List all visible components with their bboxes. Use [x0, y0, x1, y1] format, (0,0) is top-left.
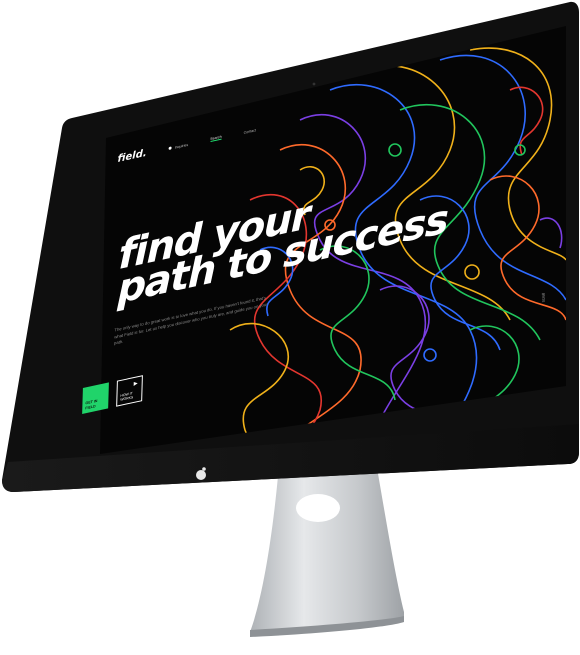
- dot-icon: [168, 146, 172, 151]
- nav-item-search[interactable]: Search: [210, 134, 222, 143]
- nav-item-label: Contact: [243, 127, 257, 135]
- hero-headline: find your path to success: [117, 168, 449, 313]
- nav-item-contact[interactable]: Contact: [244, 128, 257, 135]
- play-icon: [133, 381, 138, 387]
- camera-icon: [312, 82, 316, 86]
- nav-item-inquiries[interactable]: Inquiries: [168, 142, 189, 151]
- how-it-works-label: HOW IT WORKS: [120, 390, 134, 402]
- how-it-works-button[interactable]: HOW IT WORKS: [116, 375, 143, 407]
- nav-item-label: Search: [210, 134, 222, 142]
- scroll-indicator[interactable]: scroll: [541, 292, 546, 302]
- field-logo[interactable]: field.: [117, 148, 146, 165]
- nav-item-label: Inquiries: [174, 142, 189, 150]
- stand: [250, 462, 404, 637]
